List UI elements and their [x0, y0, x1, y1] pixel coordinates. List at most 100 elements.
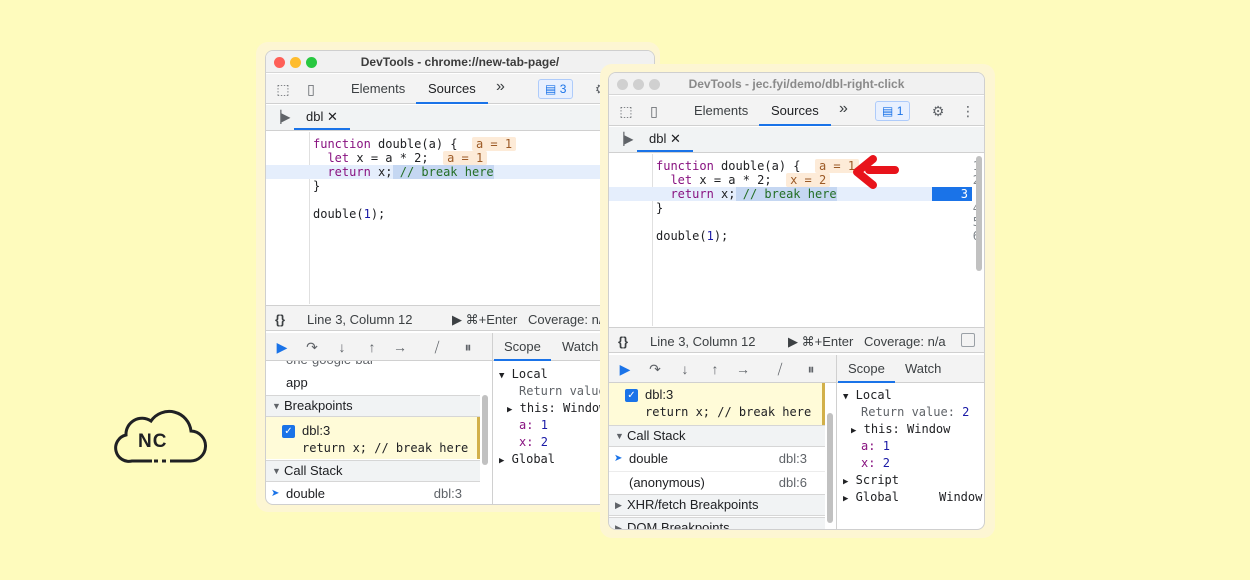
step-over-icon[interactable]: ↷ [304, 339, 320, 355]
more-options-icon[interactable]: ⋮ [959, 102, 977, 120]
debugger-sidebar: ✓ dbl:3 return x; // break here ▼ Call St… [609, 383, 825, 530]
callstack-frame[interactable]: (anonymous) dbl:6 [609, 471, 825, 493]
more-tabs-icon[interactable]: » [496, 78, 505, 96]
comment-text: // break here [735, 187, 837, 201]
code-editor[interactable]: 1function double(a) { a = 1 2 let x = a … [266, 132, 654, 304]
scope-local[interactable]: ▼ Local [499, 366, 548, 383]
tab-sources[interactable]: Sources [416, 81, 488, 104]
more-tabs-icon[interactable]: » [839, 100, 848, 118]
step-out-icon[interactable]: ↑ [707, 361, 723, 377]
collapse-icon: ▼ [272, 466, 281, 476]
inspect-element-icon[interactable]: ⬚ [617, 102, 635, 120]
file-tab-label: dbl [306, 109, 324, 124]
line-number[interactable]: 3 [932, 187, 972, 201]
navigator-item[interactable]: app [266, 372, 480, 394]
inspect-element-icon[interactable]: ⬚ [274, 80, 292, 98]
cursor-position: Line 3, Column 12 [650, 334, 756, 349]
step-icon[interactable]: → [392, 339, 408, 355]
tab-sources[interactable]: Sources [759, 103, 831, 126]
step-into-icon[interactable]: ↓ [677, 361, 693, 377]
device-toolbar-icon[interactable]: ▯ [302, 80, 320, 98]
file-tab-dbl[interactable]: dbl ✕ [294, 109, 350, 130]
code-line: 5 [609, 215, 984, 229]
scope-x: x: 2 [519, 435, 548, 449]
pretty-print-icon[interactable]: {} [618, 334, 628, 349]
navigator-item[interactable]: one-google-bar [266, 361, 480, 371]
tab-watch[interactable]: Watch [905, 361, 941, 376]
gear-icon[interactable]: ⚙ [929, 102, 947, 120]
scope-a: a: 1 [519, 418, 548, 432]
dom-breakpoints-section-header[interactable]: ▶ DOM Breakpoints [609, 517, 825, 530]
scope-global[interactable]: ▶ GlobalW [499, 451, 608, 468]
file-tab-bar: ▕▶ dbl ✕ [266, 105, 654, 131]
issues-badge[interactable]: ▤ 1 [875, 101, 911, 121]
issues-count: 3 [559, 82, 567, 96]
xhr-breakpoints-section-header[interactable]: ▶ XHR/fetch Breakpoints [609, 494, 825, 516]
section-label: DOM Breakpoints [627, 520, 730, 530]
editor-status-bar: {} Line 3, Column 12 ▶ ⌘+Enter Coverage:… [609, 327, 984, 353]
code-line: 4} [609, 201, 984, 215]
pause-on-exceptions-icon[interactable]: ⏸ [803, 361, 819, 377]
frame-function: double [286, 486, 326, 501]
breakpoint-item[interactable]: ✓ dbl:3 return x; // break here [609, 383, 825, 425]
breakpoint-checkbox[interactable]: ✓ [625, 389, 638, 402]
sidebar-scrollbar[interactable] [827, 413, 833, 523]
step-into-icon[interactable]: ↓ [334, 339, 350, 355]
resume-icon[interactable]: ▶ [274, 339, 290, 355]
section-label: XHR/fetch Breakpoints [627, 497, 759, 512]
step-icon[interactable]: → [735, 361, 751, 377]
debugger-toolbar: ▶ ↷ ↓ ↑ → ⧸ ⏸ [609, 355, 836, 383]
step-over-icon[interactable]: ↷ [647, 361, 663, 377]
expand-icon: ▶ [615, 500, 622, 510]
pause-on-exceptions-icon[interactable]: ⏸ [460, 339, 476, 355]
device-toolbar-icon[interactable]: ▯ [645, 102, 663, 120]
tab-elements[interactable]: Elements [351, 81, 405, 96]
editor-status-bar: {} Line 3, Column 12 ▶ ⌘+Enter Coverage:… [266, 305, 654, 331]
callstack-section-header[interactable]: ▼ Call Stack [266, 460, 480, 482]
callstack-section-header[interactable]: ▼ Call Stack [609, 425, 825, 447]
breakpoint-checkbox[interactable]: ✓ [282, 425, 295, 438]
coverage-status: Coverage: n/a [528, 312, 610, 327]
toggle-drawer-icon[interactable] [961, 333, 975, 347]
close-icon[interactable]: ✕ [327, 109, 338, 124]
scope-this[interactable]: ▶ this: Window [507, 400, 606, 417]
run-snippet-button[interactable]: ▶ ⌘+Enter [788, 334, 853, 350]
sidebar-scrollbar[interactable] [482, 395, 488, 465]
frame-location: dbl:6 [778, 475, 807, 490]
close-icon[interactable]: ✕ [670, 131, 681, 146]
deactivate-breakpoints-icon[interactable]: ⧸ [772, 361, 788, 377]
tab-watch[interactable]: Watch [562, 339, 598, 354]
scope-global[interactable]: ▶ Global Window [843, 489, 982, 506]
file-tab-dbl[interactable]: dbl ✕ [637, 131, 693, 152]
tab-scope[interactable]: Scope [494, 339, 551, 361]
editor-scrollbar[interactable] [976, 156, 982, 271]
callstack-frame[interactable]: ➤ double dbl:3 [609, 448, 825, 470]
section-label: Call Stack [284, 463, 343, 478]
scope-pane: Scope Watch ▼ Local Return value: 2 ▶ th… [836, 355, 984, 529]
tab-elements[interactable]: Elements [694, 103, 748, 118]
toggle-navigator-icon[interactable]: ▕▶ [272, 108, 290, 126]
current-frame-icon: ➤ [271, 488, 280, 499]
deactivate-breakpoints-icon[interactable]: ⧸ [429, 339, 445, 355]
scope-script[interactable]: ▶ Script [843, 472, 899, 489]
run-snippet-button[interactable]: ▶ ⌘+Enter [452, 312, 517, 328]
message-icon: ▤ [545, 82, 557, 96]
code-line: 2 let x = a * 2; a = 1 [266, 151, 654, 165]
step-out-icon[interactable]: ↑ [364, 339, 380, 355]
scope-return-value: Return value: [519, 384, 613, 398]
panel-tab-bar: ⬚ ▯ Elements Sources » ▤ 3 ⚙ [266, 74, 654, 104]
section-label: Call Stack [627, 428, 686, 443]
resume-icon[interactable]: ▶ [617, 361, 633, 377]
scope-this[interactable]: ▶ this: Window [851, 421, 950, 438]
issues-badge[interactable]: ▤ 3 [538, 79, 574, 99]
scope-local[interactable]: ▼ Local [843, 387, 892, 404]
current-frame-icon: ➤ [614, 453, 623, 464]
toggle-navigator-icon[interactable]: ▕▶ [615, 130, 633, 148]
code-editor[interactable]: 1function double(a) { a = 1 2 let x = a … [609, 154, 984, 326]
breakpoint-file: dbl:3 [302, 423, 331, 438]
pretty-print-icon[interactable]: {} [275, 312, 285, 327]
callstack-frame[interactable]: ➤ double dbl:3 [266, 483, 480, 504]
breakpoint-item[interactable]: ✓ dbl:3 return x; // break here [266, 417, 480, 459]
tab-scope[interactable]: Scope [838, 361, 895, 383]
breakpoints-section-header[interactable]: ▼ Breakpoints [266, 395, 480, 417]
